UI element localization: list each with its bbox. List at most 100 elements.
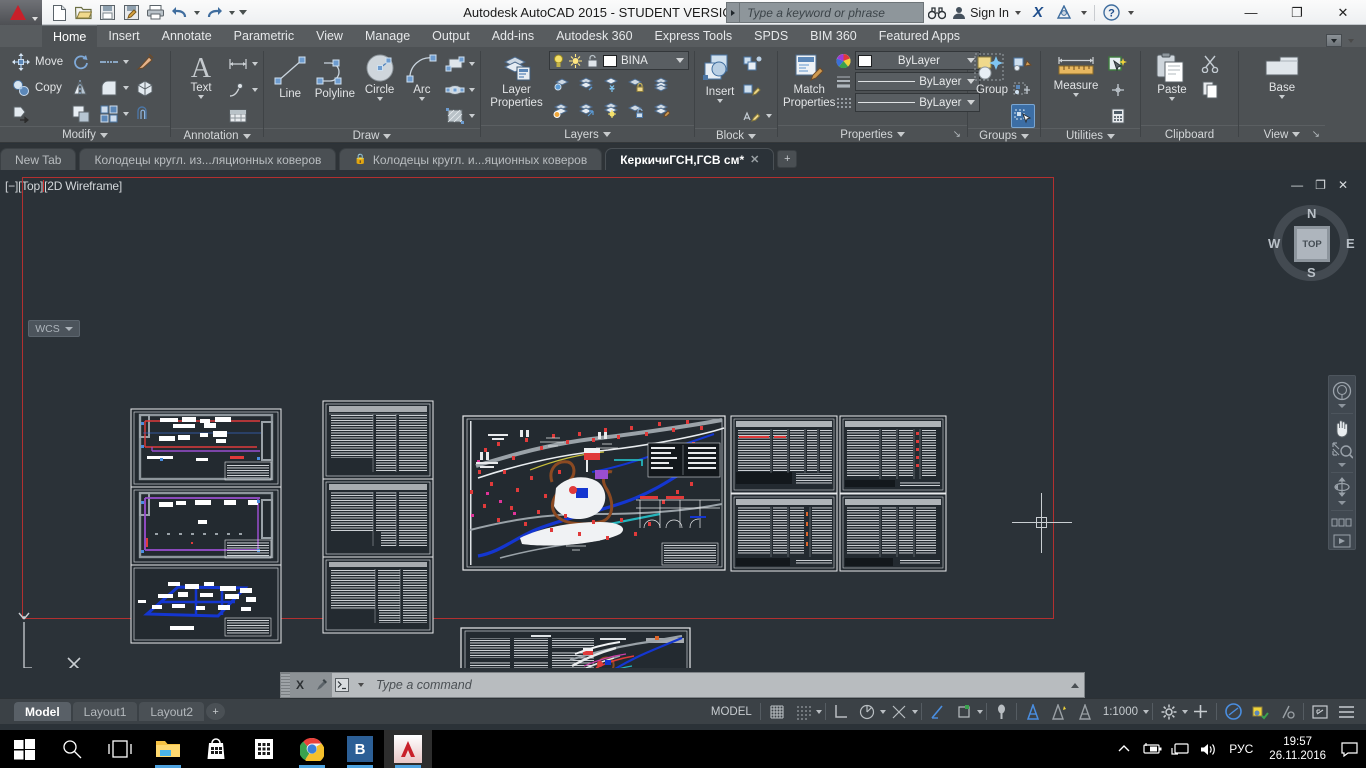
circle-dropdown-icon[interactable] (376, 97, 383, 101)
search-dropdown-icon[interactable] (726, 2, 740, 23)
fullscreen-icon[interactable] (1307, 699, 1333, 725)
qat-customize-icon[interactable] (238, 2, 247, 23)
paste-dropdown-icon[interactable] (1169, 97, 1175, 101)
text-dropdown-icon[interactable] (198, 95, 204, 99)
object-snap-icon[interactable] (886, 699, 912, 725)
base-button[interactable]: Base (1254, 50, 1310, 99)
bing-app-button[interactable]: B (336, 730, 384, 768)
group-edit-icon[interactable] (1011, 78, 1035, 102)
ribbon-minimize-icon[interactable] (1326, 34, 1342, 47)
layer-turn-on-icon[interactable] (574, 98, 598, 122)
polyline-button[interactable]: Polyline (311, 50, 358, 100)
file-tab-kerkichi[interactable]: КеркичиГСН,ГСВ см* ✕ (605, 148, 775, 170)
battery-icon[interactable] (1139, 730, 1165, 768)
stretch-icon[interactable] (9, 102, 33, 126)
group-selection-on-icon[interactable] (1011, 104, 1035, 128)
hardware-acceleration-icon[interactable] (1220, 699, 1247, 725)
pan-hand-icon[interactable] (1330, 418, 1354, 438)
arc-dropdown-icon[interactable] (418, 97, 425, 101)
redo-dropdown-icon[interactable] (227, 2, 236, 23)
volume-icon[interactable] (1195, 730, 1221, 768)
calculator-button[interactable] (240, 730, 288, 768)
minimize-button[interactable]: — (1228, 0, 1274, 25)
object-lineweight-combo[interactable]: ByLayer (855, 72, 981, 91)
tab-autodesk-360[interactable]: Autodesk 360 (545, 25, 643, 47)
zoom-dropdown-icon[interactable] (1338, 462, 1346, 467)
command-expand-icon[interactable] (1066, 682, 1084, 688)
tab-annotate[interactable]: Annotate (151, 25, 223, 47)
current-layer-combo[interactable]: BINA (549, 51, 689, 70)
network-icon[interactable] (1167, 730, 1193, 768)
layer-make-current-icon[interactable] (649, 72, 673, 96)
annotation-scale-sync-icon[interactable] (1072, 699, 1098, 725)
language-indicator[interactable]: РУС (1223, 742, 1259, 756)
save-icon[interactable] (96, 2, 118, 23)
group-button[interactable]: Group (973, 50, 1011, 96)
ribbon-options-dropdown-icon[interactable] (1348, 38, 1354, 43)
line-button[interactable]: Line (269, 50, 311, 100)
add-tool-icon[interactable] (1188, 699, 1213, 725)
mirror-icon[interactable] (69, 76, 93, 100)
paste-button[interactable]: Paste (1146, 50, 1198, 101)
annotation-scale-value[interactable]: 1:1000 (1098, 699, 1143, 725)
polar-tracking-icon[interactable] (854, 699, 880, 725)
annotation-visibility-icon[interactable] (1020, 699, 1046, 725)
ellipse-dropdown-icon[interactable] (469, 88, 475, 92)
ortho-mode-icon[interactable] (829, 699, 854, 725)
panel-draw-title[interactable]: Draw (264, 128, 480, 143)
file-tab-kolodcy-1[interactable]: Колодецы кругл. из...ляционных коверов (79, 148, 337, 170)
tab-parametric[interactable]: Parametric (223, 25, 305, 47)
panel-view-title[interactable]: View ↘ (1239, 125, 1325, 143)
scale-dropdown-icon[interactable] (1143, 709, 1149, 714)
compass-north-label[interactable]: N (1307, 206, 1316, 221)
tab-output[interactable]: Output (421, 25, 481, 47)
text-button[interactable]: A Text (176, 50, 226, 99)
view-cube[interactable]: TOP N S E W (1256, 200, 1356, 310)
layer-thaw-icon[interactable] (599, 98, 623, 122)
layer-freeze-toggle-icon[interactable] (599, 72, 623, 96)
search-input[interactable]: Type a keyword or phrase (739, 2, 925, 23)
panel-utilities-title[interactable]: Utilities (1041, 128, 1140, 143)
close-button[interactable]: ✕ (1320, 0, 1366, 25)
command-history-dropdown-icon[interactable] (358, 683, 364, 687)
explode-icon[interactable] (133, 76, 157, 100)
tab-bim-360[interactable]: BIM 360 (799, 25, 868, 47)
hatch-dropdown-icon[interactable] (469, 114, 475, 118)
google-chrome-button[interactable] (288, 730, 336, 768)
grid-display-icon[interactable] (764, 699, 790, 725)
insert-dropdown-icon[interactable] (717, 99, 723, 103)
command-line-grip[interactable] (281, 673, 290, 697)
properties-dialog-launcher-icon[interactable]: ↘ (953, 129, 961, 140)
chevron-down-icon[interactable] (674, 58, 686, 63)
layer-isolate-icon[interactable] (549, 72, 573, 96)
model-paper-space-button[interactable]: MODEL (706, 699, 757, 725)
plot-icon[interactable] (144, 2, 166, 23)
file-explorer-button[interactable] (144, 730, 192, 768)
array-dropdown-icon[interactable] (123, 112, 130, 116)
autodesk-360-dropdown-icon[interactable] (1081, 10, 1087, 15)
trim-icon[interactable] (97, 50, 121, 74)
ungroup-icon[interactable] (1011, 52, 1035, 76)
move-icon[interactable] (9, 50, 33, 74)
exchange-apps-icon[interactable]: X (1025, 2, 1051, 23)
panel-layers-title[interactable]: Layers (481, 125, 694, 143)
orbit-dropdown-icon[interactable] (1338, 501, 1346, 506)
tab-featured-apps[interactable]: Featured Apps (868, 25, 971, 47)
drawing-viewport[interactable]: [−][Top][2D Wireframe] — ❐ ✕ TOP N S E W… (0, 170, 1366, 668)
undo-dropdown-icon[interactable] (192, 2, 201, 23)
object-linetype-combo[interactable]: ByLayer (855, 93, 981, 112)
dynamic-ucs-icon[interactable] (951, 699, 977, 725)
showmotion-play-icon[interactable] (1330, 533, 1354, 549)
match-properties-button[interactable]: Match Properties (783, 50, 835, 109)
sign-in-button[interactable]: Sign In (950, 6, 1011, 20)
layer-unisolate-icon[interactable] (574, 72, 598, 96)
otrack-icon[interactable] (925, 699, 951, 725)
task-view-button[interactable] (96, 730, 144, 768)
dimension-dropdown-icon[interactable] (252, 62, 258, 66)
panel-groups-title[interactable]: Groups (968, 128, 1040, 143)
scale-icon[interactable] (69, 102, 93, 126)
zoom-extents-icon[interactable] (1330, 440, 1354, 460)
help-icon[interactable]: ? (1098, 2, 1124, 23)
compass-west-label[interactable]: W (1268, 236, 1280, 251)
layer-properties-button[interactable]: Layer Properties (486, 50, 547, 109)
